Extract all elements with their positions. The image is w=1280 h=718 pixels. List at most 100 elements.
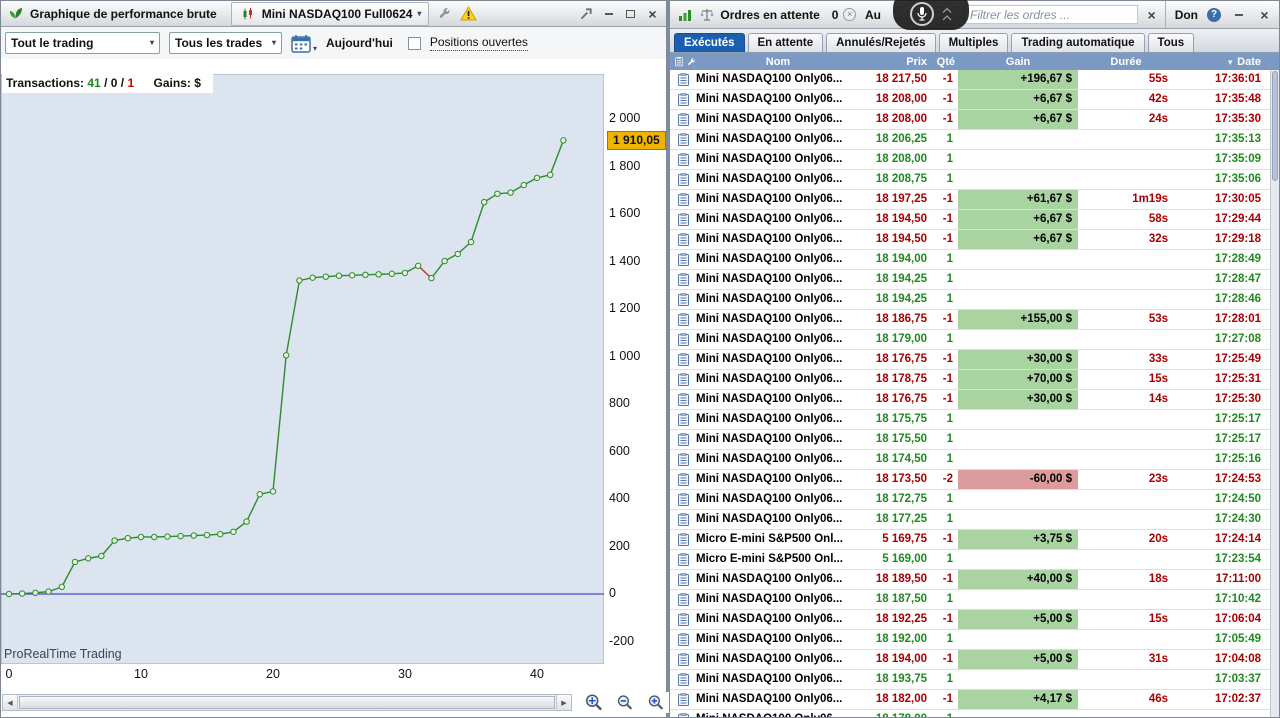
left-window-titlebar[interactable]: Graphique de performance brute Mini NASD… [1,1,666,27]
table-row[interactable]: Mini NASDAQ100 Only06... 18 172,75 1 17:24:… [670,490,1270,510]
col-header-qte[interactable]: Qté [934,56,958,68]
zoom-in-button[interactable] [644,693,668,712]
table-row[interactable]: Mini NASDAQ100 Only06... 18 194,25 1 17:28:… [670,290,1270,310]
table-row[interactable]: Mini NASDAQ100 Only06... 18 178,75 -1 +70,0… [670,370,1270,390]
table-row[interactable]: Mini NASDAQ100 Only06... 18 173,50 -2 -60,0… [670,470,1270,490]
calendar-button[interactable]: ▾ [291,34,317,53]
instrument-label: Mini NASDAQ100 Full0624 [261,6,413,21]
minimize-button[interactable] [1230,7,1247,23]
table-row[interactable]: Micro E-mini S&P500 Onl... 5 169,00 1 17:23… [670,550,1270,570]
open-positions-label[interactable]: Positions ouvertes [429,35,528,51]
table-row[interactable]: Mini NASDAQ100 Only06... 18 192,25 -1 +5,00… [670,610,1270,630]
order-row-icon [670,530,696,549]
table-row[interactable]: Mini NASDAQ100 Only06... 18 192,00 1 17:05:… [670,630,1270,650]
table-row[interactable]: Mini NASDAQ100 Only06... 18 187,50 1 17:10:… [670,590,1270,610]
table-row[interactable]: Mini NASDAQ100 Only06... 18 176,75 -1 +30,0… [670,350,1270,370]
table-row[interactable]: Mini NASDAQ100 Only06... 18 177,25 1 17:24:… [670,510,1270,530]
trade-marker [322,273,329,280]
orders-window-title: Ordres en attente [720,7,820,22]
table-row[interactable]: Mini NASDAQ100 Only06... 18 179,00 1 17:27:… [670,330,1270,350]
candlestick-icon [239,5,257,23]
performance-chart[interactable] [1,74,604,664]
trades-filter-select[interactable]: Tous les trades ▾ [169,32,282,54]
table-row[interactable]: Micro E-mini S&P500 Onl... 5 169,75 -1 +3,7… [670,530,1270,550]
zoom-fit-button[interactable] [582,693,606,712]
scroll-right-arrow[interactable]: ▶ [556,695,571,710]
col-header-duree[interactable]: Durée [1078,56,1174,68]
table-row[interactable]: Mini NASDAQ100 Only06... 18 208,75 1 17:35:… [670,170,1270,190]
microphone-button[interactable] [910,2,934,26]
orders-close-button[interactable]: × [1143,7,1159,23]
table-row[interactable]: Mini NASDAQ100 Only06... 18 174,50 1 17:25:… [670,450,1270,470]
col-header-date[interactable]: ▼ Date [1174,56,1279,68]
table-row[interactable]: Mini NASDAQ100 Only06... 18 175,50 1 17:25:… [670,430,1270,450]
tab-executes[interactable]: Exécutés [674,33,745,52]
order-search-input[interactable] [963,5,1139,24]
minimize-button[interactable] [600,6,617,22]
zoom-out-button[interactable] [613,693,637,712]
microphone-overlay[interactable] [893,0,969,30]
table-row[interactable]: Mini NASDAQ100 Only06... 18 217,50 -1 +196,… [670,70,1270,90]
table-row[interactable]: Mini NASDAQ100 Only06... 18 193,75 1 17:03:… [670,670,1270,690]
table-row[interactable]: Mini NASDAQ100 Only06... 18 194,00 -1 +5,00… [670,650,1270,670]
tab-trading-automatique[interactable]: Trading automatique [1011,33,1145,52]
orders-titlebar[interactable]: Ordres en attente 0 × Au × Don ? × [670,1,1279,29]
table-row[interactable]: Mini NASDAQ100 Only06... 18 208,00 1 17:35:… [670,150,1270,170]
table-row[interactable]: Mini NASDAQ100 Only06... 18 206,25 1 17:35:… [670,130,1270,150]
row-name: Mini NASDAQ100 Only06... [696,613,843,625]
table-row[interactable]: Mini NASDAQ100 Only06... 18 189,50 -1 +40,0… [670,570,1270,590]
col-header-nom[interactable]: Nom [696,56,860,68]
row-price: 18 192,25 [875,613,927,625]
row-gain [958,290,1078,309]
settings-wrench-icon[interactable] [435,5,453,23]
trade-marker [177,532,184,540]
table-row[interactable]: Mini NASDAQ100 Only06... 18 194,50 -1 +6,67… [670,210,1270,230]
vertical-scrollbar[interactable] [1270,70,1279,717]
instrument-selector[interactable]: Mini NASDAQ100 Full0624 ▾ [230,1,430,26]
close-button[interactable]: × [1256,7,1273,23]
trade-marker [58,583,65,591]
table-row[interactable]: Mini NASDAQ100 Only06... 18 194,50 -1 +6,67… [670,230,1270,250]
maximize-button[interactable] [622,6,639,22]
table-row[interactable]: Mini NASDAQ100 Only06... 18 175,75 1 17:25:… [670,410,1270,430]
table-row[interactable]: Mini NASDAQ100 Only06... 18 182,00 -1 +4,17… [670,690,1270,710]
tab-en-attente[interactable]: En attente [747,33,824,52]
row-name: Mini NASDAQ100 Only06... [696,293,843,305]
row-name: Mini NASDAQ100 Only06... [696,273,843,285]
wrench-icon [688,57,695,65]
trade-marker [5,590,13,598]
table-row[interactable]: Mini NASDAQ100 Only06...18 178,001 [670,710,1270,717]
col-header-gain[interactable]: Gain [958,56,1078,68]
trading-period-select[interactable]: Tout le trading ▾ [5,32,160,54]
table-row[interactable]: Mini NASDAQ100 Only06... 18 208,00 -1 +6,67… [670,110,1270,130]
table-row[interactable]: Mini NASDAQ100 Only06... 18 208,00 -1 +6,67… [670,90,1270,110]
close-button[interactable]: × [644,6,661,22]
tab-tous[interactable]: Tous [1147,33,1195,52]
chart-area[interactable] [1,74,604,664]
scrollbar-thumb[interactable] [1272,71,1278,181]
table-row[interactable]: Mini NASDAQ100 Only06... 18 186,75 -1 +155,… [670,310,1270,330]
tab-annules-rejetes[interactable]: Annulés/Rejetés [826,33,936,52]
open-positions-checkbox[interactable] [407,36,421,50]
table-row[interactable]: Mini NASDAQ100 Only06... 18 194,25 1 17:28:… [670,270,1270,290]
x-axis-label: 0 [5,667,13,681]
row-price: 18 189,50 [875,573,927,585]
row-gain: +40,00 $ [958,570,1078,589]
help-icon[interactable]: ? [1207,7,1222,22]
clear-filter-icon[interactable]: × [843,8,856,21]
order-row-icon [670,70,696,89]
col-header-prix[interactable]: Prix [860,56,934,68]
scroll-left-arrow[interactable]: ◀ [3,695,18,710]
row-duration [1078,330,1174,349]
table-row[interactable]: Mini NASDAQ100 Only06... 18 194,00 1 17:28:… [670,250,1270,270]
detach-window-icon[interactable] [578,6,595,22]
warning-icon[interactable] [459,5,477,23]
y-axis-label: 600 [609,443,630,458]
table-row[interactable]: Mini NASDAQ100 Only06... 18 176,75 -1 +30,0… [670,390,1270,410]
horizontal-scrollbar[interactable]: ◀ ▶ [2,694,572,711]
row-qty: 1 [946,513,953,525]
row-gain [958,330,1078,349]
scrollbar-thumb[interactable] [19,696,555,709]
tab-multiples[interactable]: Multiples [938,33,1009,52]
table-row[interactable]: Mini NASDAQ100 Only06... 18 197,25 -1 +61,6… [670,190,1270,210]
